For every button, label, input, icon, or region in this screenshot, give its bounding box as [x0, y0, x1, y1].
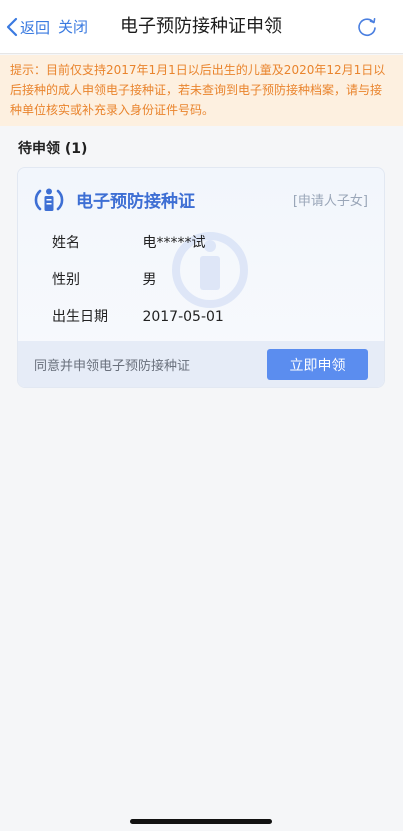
card-footer: 同意并申领电子预防接种证 立即申领 — [18, 341, 384, 387]
info-row-birthdate: 出生日期 2017-05-01 — [52, 306, 224, 326]
refresh-icon[interactable] — [356, 16, 378, 38]
claim-button[interactable]: 立即申领 — [267, 349, 368, 380]
field-label: 姓名 — [52, 235, 80, 251]
vaccination-logo-icon — [34, 188, 64, 211]
info-row-gender: 性别 男 — [52, 269, 156, 289]
page-title: 电子预防接种证申领 — [120, 16, 282, 37]
info-row-name: 姓名 电*****试 — [52, 232, 205, 252]
notice-text: 提示：目前仅支持2017年1月1日以后出生的儿童及2020年12月1日以后接种的… — [10, 63, 386, 117]
field-label: 出生日期 — [52, 309, 108, 325]
card-title: 电子预防接种证 — [76, 192, 195, 212]
notice-banner: 提示：目前仅支持2017年1月1日以后出生的儿童及2020年12月1日以后接种的… — [0, 55, 403, 126]
close-button[interactable]: 关闭 — [58, 16, 88, 38]
field-value: 2017-05-01 — [142, 309, 224, 325]
section-title: 待申领 (1) — [18, 141, 88, 157]
field-value: 电*****试 — [142, 235, 206, 251]
back-label: 返回 — [20, 18, 51, 37]
consent-text: 同意并申领电子预防接种证 — [34, 359, 191, 374]
certificate-card: 电子预防接种证 [申请人子女] 姓名 电*****试 性别 男 出生日期 201… — [17, 167, 385, 388]
back-button[interactable]: 返回 — [6, 16, 50, 38]
field-value: 男 — [142, 272, 157, 288]
chevron-left-icon — [6, 17, 18, 37]
applicant-tag: [申请人子女] — [292, 194, 368, 209]
home-indicator — [130, 819, 272, 824]
nav-bar: 返回 关闭 电子预防接种证申领 — [0, 0, 403, 54]
field-label: 性别 — [52, 272, 80, 288]
